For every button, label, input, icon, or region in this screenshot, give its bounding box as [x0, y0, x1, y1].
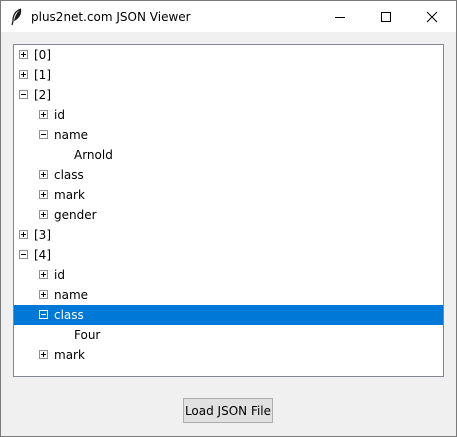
expand-icon[interactable]	[19, 50, 28, 59]
expand-icon[interactable]	[39, 270, 48, 279]
tree-node-label: [0]	[34, 48, 51, 62]
collapse-icon[interactable]	[19, 250, 28, 259]
tree-row[interactable]: [1]	[14, 65, 443, 85]
expand-icon[interactable]	[19, 70, 28, 79]
tree-row[interactable]: gender	[14, 205, 443, 225]
minimize-icon	[335, 17, 345, 18]
expand-icon[interactable]	[39, 210, 48, 219]
tree-node-label: id	[54, 268, 65, 282]
json-tree-view[interactable]: [0] [1] [2] id name Arnold class mark gender [3][…	[13, 44, 444, 377]
tree-node-label: id	[54, 108, 65, 122]
maximize-button[interactable]	[363, 1, 409, 32]
tree-row[interactable]: [0]	[14, 45, 443, 65]
expand-icon[interactable]	[39, 190, 48, 199]
tree-row[interactable]: id	[14, 105, 443, 125]
tree-row[interactable]: [3]	[14, 225, 443, 245]
minimize-button[interactable]	[317, 1, 363, 32]
tree-row[interactable]: mark	[14, 345, 443, 365]
tree-node-label: gender	[54, 208, 97, 222]
tree-node-label: [4]	[34, 248, 51, 262]
collapse-icon[interactable]	[39, 130, 48, 139]
title-bar[interactable]: plus2net.com JSON Viewer	[1, 1, 456, 32]
tree-row[interactable]: Four	[14, 325, 443, 345]
expand-icon[interactable]	[39, 110, 48, 119]
tree-row[interactable]: class	[14, 165, 443, 185]
tree-row[interactable]: id	[14, 265, 443, 285]
feather-icon	[9, 8, 25, 26]
load-json-file-button[interactable]: Load JSON File	[183, 398, 273, 423]
expand-icon[interactable]	[39, 290, 48, 299]
tree-row[interactable]: Arnold	[14, 145, 443, 165]
tree-node-label: [3]	[34, 228, 51, 242]
collapse-icon[interactable]	[39, 310, 48, 319]
tree-node-label: class	[54, 168, 84, 182]
tree-row[interactable]: [2]	[14, 85, 443, 105]
app-window: plus2net.com JSON Viewer [0] [1] [2] id name…	[0, 0, 457, 437]
close-button[interactable]	[409, 1, 455, 32]
window-title: plus2net.com JSON Viewer	[31, 10, 191, 24]
tree-node-label: Arnold	[74, 148, 113, 162]
collapse-icon[interactable]	[19, 90, 28, 99]
tree-node-label: name	[54, 128, 89, 142]
expand-icon[interactable]	[19, 230, 28, 239]
tree-node-label: [1]	[34, 68, 51, 82]
expand-icon[interactable]	[39, 170, 48, 179]
tree-node-label: mark	[54, 188, 85, 202]
close-icon	[426, 11, 438, 23]
tree-row[interactable]: name	[14, 285, 443, 305]
tree-node-label: name	[54, 288, 89, 302]
maximize-icon	[381, 12, 391, 22]
tree-row[interactable]: class	[14, 305, 443, 325]
tree-row[interactable]: name	[14, 125, 443, 145]
tree-node-label: mark	[54, 348, 85, 362]
tree-node-label: [2]	[34, 88, 51, 102]
tree-row[interactable]: [4]	[14, 245, 443, 265]
expand-icon[interactable]	[39, 350, 48, 359]
tree-row[interactable]: mark	[14, 185, 443, 205]
tree-node-label: Four	[74, 328, 101, 342]
tree-node-label: class	[54, 308, 84, 322]
